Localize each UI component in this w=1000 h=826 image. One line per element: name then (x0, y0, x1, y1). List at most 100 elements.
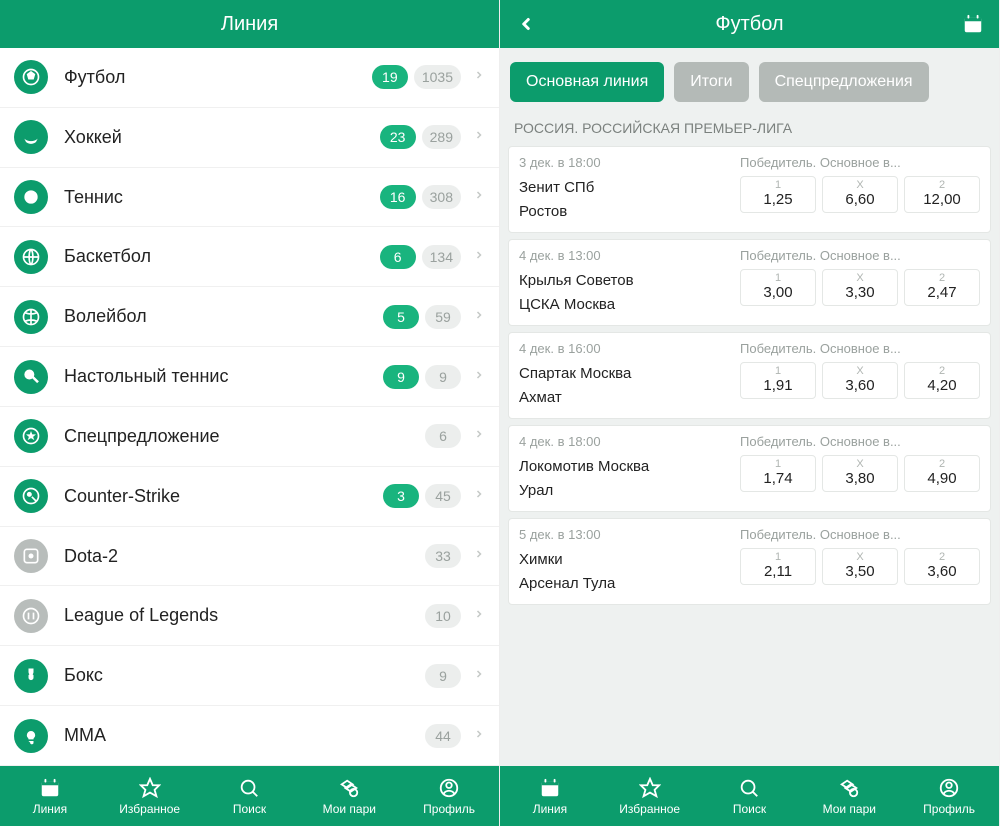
sport-row[interactable]: Counter-Strike 3 45 (0, 467, 499, 527)
bet-market-title: Победитель. Основное в... (740, 155, 980, 170)
sport-row[interactable]: MMA 44 (0, 706, 499, 766)
live-count-pill: 9 (383, 365, 419, 389)
nav-label: Профиль (423, 802, 475, 816)
nav-icon (837, 776, 861, 800)
nav-item[interactable]: Линия (500, 776, 600, 816)
total-count-pill: 33 (425, 544, 461, 568)
odd-cell[interactable]: X 3,30 (822, 269, 898, 306)
nav-item[interactable]: Поиск (200, 776, 300, 816)
match-card[interactable]: 4 дек. в 13:00 Крылья Советов ЦСКА Москв… (508, 239, 991, 326)
sports-list: Футбол 19 1035 Хоккей 23 289 Теннис 16 3… (0, 48, 499, 766)
league-header: РОССИЯ. РОССИЙСКАЯ ПРЕМЬЕР-ЛИГА (500, 112, 999, 146)
odd-value: 3,80 (845, 470, 874, 487)
calendar-button[interactable] (959, 10, 987, 38)
odd-cell[interactable]: 1 1,25 (740, 176, 816, 213)
live-count-pill: 3 (383, 484, 419, 508)
filter-tab[interactable]: Итоги (674, 62, 748, 102)
bottom-nav-right: Линия Избранное Поиск Мои пари Профиль (500, 766, 999, 826)
nav-label: Профиль (923, 802, 975, 816)
nav-item[interactable]: Мои пари (299, 776, 399, 816)
odd-key: X (856, 551, 863, 563)
nav-label: Избранное (119, 802, 180, 816)
odd-cell[interactable]: X 6,60 (822, 176, 898, 213)
odd-key: 2 (939, 365, 945, 377)
match-card[interactable]: 5 дек. в 13:00 Химки Арсенал Тула Победи… (508, 518, 991, 605)
sport-row[interactable]: Спецпредложение 6 (0, 407, 499, 467)
sport-row[interactable]: Бокс 9 (0, 646, 499, 706)
sport-name: Спецпредложение (64, 426, 419, 447)
sport-icon (14, 300, 48, 334)
team-2: ЦСКА Москва (519, 293, 740, 317)
team-1: Крылья Советов (519, 269, 740, 293)
odd-cell[interactable]: X 3,50 (822, 548, 898, 585)
odd-cell[interactable]: 2 12,00 (904, 176, 980, 213)
sport-name: Counter-Strike (64, 486, 377, 507)
nav-label: Поиск (733, 802, 766, 816)
odd-cell[interactable]: 2 4,90 (904, 455, 980, 492)
odd-cell[interactable]: 1 1,74 (740, 455, 816, 492)
nav-item[interactable]: Профиль (899, 776, 999, 816)
nav-item[interactable]: Линия (0, 776, 100, 816)
live-count-pill: 23 (380, 125, 416, 149)
nav-label: Избранное (619, 802, 680, 816)
sport-row[interactable]: Волейбол 5 59 (0, 287, 499, 347)
match-info: 4 дек. в 18:00 Локомотив Москва Урал (519, 434, 740, 503)
filter-tab[interactable]: Основная линия (510, 62, 664, 102)
sport-row[interactable]: Баскетбол 6 134 (0, 227, 499, 287)
filter-tab[interactable]: Спецпредложения (759, 62, 929, 102)
match-card[interactable]: 4 дек. в 18:00 Локомотив Москва Урал Поб… (508, 425, 991, 512)
match-card[interactable]: 3 дек. в 18:00 Зенит СПб Ростов Победите… (508, 146, 991, 233)
nav-label: Мои пари (823, 802, 876, 816)
odd-key: 1 (775, 179, 781, 191)
odd-key: 1 (775, 272, 781, 284)
sport-row[interactable]: League of Legends 10 (0, 586, 499, 646)
sport-name: Настольный теннис (64, 366, 377, 387)
odd-cell[interactable]: 2 2,47 (904, 269, 980, 306)
nav-item[interactable]: Профиль (399, 776, 499, 816)
odd-cell[interactable]: 1 3,00 (740, 269, 816, 306)
bottom-nav-left: Линия Избранное Поиск Мои пари Профиль (0, 766, 499, 826)
nav-item[interactable]: Избранное (100, 776, 200, 816)
back-button[interactable] (512, 10, 540, 38)
matches-list: 3 дек. в 18:00 Зенит СПб Ростов Победите… (500, 146, 999, 766)
nav-item[interactable]: Избранное (600, 776, 700, 816)
sport-icon (14, 60, 48, 94)
live-count-pill: 16 (380, 185, 416, 209)
total-count-pill: 1035 (414, 65, 461, 89)
sport-icon (14, 659, 48, 693)
odd-cell[interactable]: 1 1,91 (740, 362, 816, 399)
odd-cell[interactable]: 2 3,60 (904, 548, 980, 585)
live-count-pill: 19 (372, 65, 408, 89)
odd-key: 2 (939, 179, 945, 191)
odd-value: 12,00 (923, 191, 961, 208)
odd-cell[interactable]: X 3,60 (822, 362, 898, 399)
filter-tabs: Основная линияИтоги Спецпредложения (500, 48, 999, 112)
sport-row[interactable]: Теннис 16 308 (0, 168, 499, 228)
sport-icon (14, 599, 48, 633)
nav-item[interactable]: Поиск (700, 776, 800, 816)
total-count-pill: 59 (425, 305, 461, 329)
nav-label: Линия (33, 802, 67, 816)
odd-key: 1 (775, 458, 781, 470)
sport-row[interactable]: Dota-2 33 (0, 527, 499, 587)
odd-cell[interactable]: 1 2,11 (740, 548, 816, 585)
sport-row[interactable]: Футбол 19 1035 (0, 48, 499, 108)
odd-key: X (856, 458, 863, 470)
sport-row[interactable]: Хоккей 23 289 (0, 108, 499, 168)
sport-row[interactable]: Настольный теннис 9 9 (0, 347, 499, 407)
bet-market-title: Победитель. Основное в... (740, 341, 980, 356)
odd-cell[interactable]: X 3,80 (822, 455, 898, 492)
match-odds: Победитель. Основное в... 1 2,11 X 3,50 … (740, 527, 980, 596)
nav-item[interactable]: Мои пари (799, 776, 899, 816)
chevron-right-icon (473, 368, 485, 386)
odd-value: 6,60 (845, 191, 874, 208)
odd-value: 2,47 (927, 284, 956, 301)
match-card[interactable]: 4 дек. в 16:00 Спартак Москва Ахмат Побе… (508, 332, 991, 419)
odd-key: 1 (775, 365, 781, 377)
odd-value: 4,20 (927, 377, 956, 394)
odd-value: 4,90 (927, 470, 956, 487)
odd-value: 3,00 (763, 284, 792, 301)
bet-market-title: Победитель. Основное в... (740, 434, 980, 449)
odd-cell[interactable]: 2 4,20 (904, 362, 980, 399)
sport-name: MMA (64, 725, 419, 746)
